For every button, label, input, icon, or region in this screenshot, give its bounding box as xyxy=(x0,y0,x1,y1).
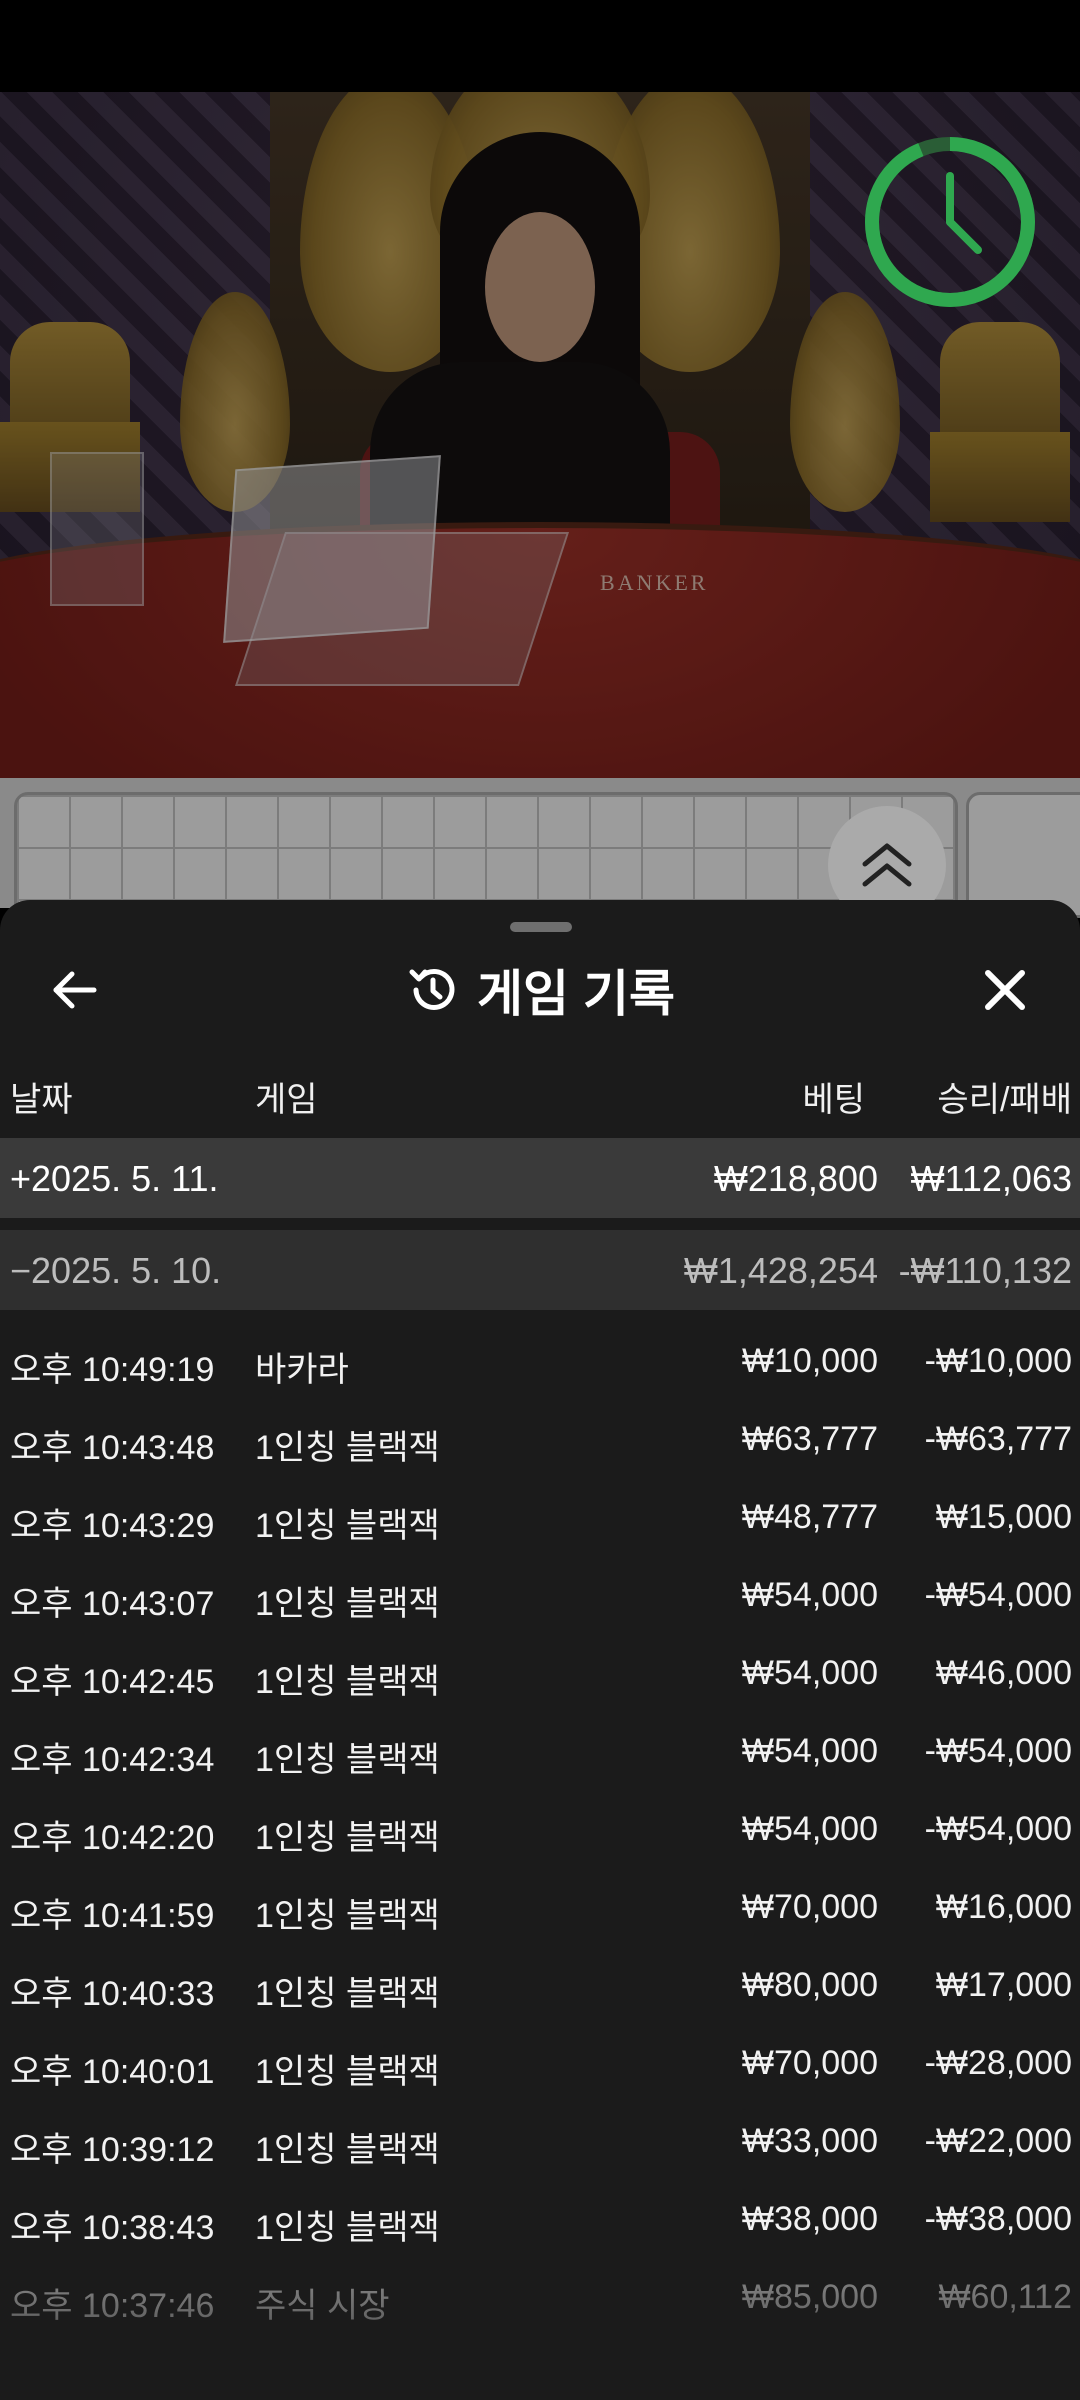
column-result: 승리/패배 xyxy=(937,1081,1072,1119)
row-time: 오후 10:40:01 xyxy=(10,2053,215,2091)
row-time: 오후 10:40:33 xyxy=(10,1975,215,2013)
row-game: 1인칭 블랙잭 xyxy=(255,1585,440,1623)
row-time: 오후 10:43:29 xyxy=(10,1507,215,1545)
timer-clock-icon xyxy=(865,137,1035,307)
row-game: 1인칭 블랙잭 xyxy=(255,1975,440,2013)
table-row[interactable]: 오후 10:40:01 1인칭 블랙잭 ₩70,000 -₩28,000 xyxy=(0,2024,1080,2102)
page-title: 게임 기록 xyxy=(477,966,675,1022)
day-bet-total: ₩1,428,254 xyxy=(683,1250,878,1291)
row-bet: ₩54,000 xyxy=(741,1576,878,1614)
column-game: 게임 xyxy=(255,1081,318,1119)
row-result: ₩17,000 xyxy=(935,1966,1072,2004)
row-game: 바카라 xyxy=(255,1351,349,1389)
table-row[interactable]: 오후 10:40:33 1인칭 블랙잭 ₩80,000 ₩17,000 xyxy=(0,1946,1080,2024)
row-result: -₩54,000 xyxy=(924,1576,1072,1614)
table-row[interactable]: 오후 10:42:34 1인칭 블랙잭 ₩54,000 -₩54,000 xyxy=(0,1712,1080,1790)
row-time: 오후 10:42:34 xyxy=(10,1741,215,1779)
status-bar xyxy=(0,0,1080,92)
close-button[interactable] xyxy=(970,955,1040,1025)
table-row[interactable]: 오후 10:42:45 1인칭 블랙잭 ₩54,000 ₩46,000 xyxy=(0,1634,1080,1712)
row-game: 1인칭 블랙잭 xyxy=(255,2053,440,2091)
double-chevron-up-icon xyxy=(862,843,912,887)
day-label: −2025. 5. 10. xyxy=(10,1250,222,1291)
row-time: 오후 10:42:45 xyxy=(10,1663,215,1701)
table-row[interactable]: 오후 10:49:19 바카라 ₩10,000 -₩10,000 xyxy=(0,1322,1080,1400)
row-game: 1인칭 블랙잭 xyxy=(255,1819,440,1857)
table-row[interactable]: 오후 10:43:29 1인칭 블랙잭 ₩48,777 ₩15,000 xyxy=(0,1478,1080,1556)
row-result: ₩15,000 xyxy=(935,1498,1072,1536)
row-bet: ₩70,000 xyxy=(741,2044,878,2082)
row-time: 오후 10:38:43 xyxy=(10,2209,215,2247)
game-history-sheet: 게임 기록 날짜 게임 베팅 승리/패배 +2025. 5. 11. ₩218,… xyxy=(0,900,1080,2400)
row-bet: ₩70,000 xyxy=(741,1888,878,1926)
row-result: -₩54,000 xyxy=(924,1810,1072,1848)
row-result: ₩60,112 xyxy=(938,2278,1072,2316)
row-game: 1인칭 블랙잭 xyxy=(255,1507,440,1545)
sheet-title: 게임 기록 xyxy=(0,950,1080,1030)
row-game: 1인칭 블랙잭 xyxy=(255,2131,440,2169)
row-game: 1인칭 블랙잭 xyxy=(255,2209,440,2247)
row-result: -₩28,000 xyxy=(924,2044,1072,2082)
row-bet: ₩54,000 xyxy=(741,1732,878,1770)
back-button[interactable] xyxy=(40,955,110,1025)
row-time: 오후 10:42:20 xyxy=(10,1819,215,1857)
sheet-drag-handle[interactable] xyxy=(510,922,572,932)
row-bet: ₩38,000 xyxy=(741,2200,878,2238)
history-clock-icon xyxy=(409,968,455,1010)
row-bet: ₩48,777 xyxy=(741,1498,878,1536)
row-time: 오후 10:37:46 xyxy=(10,2287,215,2325)
row-game: 1인칭 블랙잭 xyxy=(255,1663,440,1701)
row-bet: ₩85,000 xyxy=(741,2278,878,2316)
history-list: 오후 10:49:19 바카라 ₩10,000 -₩10,000 오후 10:4… xyxy=(0,1322,1080,2336)
row-result: ₩16,000 xyxy=(935,1888,1072,1926)
row-time: 오후 10:43:48 xyxy=(10,1429,215,1467)
column-date: 날짜 xyxy=(10,1081,73,1119)
row-result: -₩54,000 xyxy=(924,1732,1072,1770)
day-summary-row[interactable]: −2025. 5. 10. ₩1,428,254 -₩110,132 xyxy=(0,1230,1080,1310)
row-bet: ₩33,000 xyxy=(741,2122,878,2160)
table-row[interactable]: 오후 10:41:59 1인칭 블랙잭 ₩70,000 ₩16,000 xyxy=(0,1868,1080,1946)
row-game: 1인칭 블랙잭 xyxy=(255,1741,440,1779)
day-result-total: ₩112,063 xyxy=(910,1158,1072,1199)
row-bet: ₩54,000 xyxy=(741,1654,878,1692)
arrow-left-icon xyxy=(53,971,97,1009)
day-summary-row[interactable]: +2025. 5. 11. ₩218,800 ₩112,063 xyxy=(0,1138,1080,1218)
table-row[interactable]: 오후 10:39:12 1인칭 블랙잭 ₩33,000 -₩22,000 xyxy=(0,2102,1080,2180)
row-game: 1인칭 블랙잭 xyxy=(255,1429,440,1467)
row-result: -₩22,000 xyxy=(924,2122,1072,2160)
row-result: -₩10,000 xyxy=(924,1342,1072,1380)
row-result: -₩63,777 xyxy=(924,1420,1072,1458)
row-bet: ₩54,000 xyxy=(741,1810,878,1848)
table-row[interactable]: 오후 10:43:07 1인칭 블랙잭 ₩54,000 -₩54,000 xyxy=(0,1556,1080,1634)
table-row[interactable]: 오후 10:37:46 주식 시장 ₩85,000 ₩60,112 xyxy=(0,2258,1080,2336)
day-bet-total: ₩218,800 xyxy=(713,1158,878,1199)
row-time: 오후 10:43:07 xyxy=(10,1585,215,1623)
close-icon xyxy=(985,970,1025,1010)
table-row[interactable]: 오후 10:38:43 1인칭 블랙잭 ₩38,000 -₩38,000 xyxy=(0,2180,1080,2258)
row-time: 오후 10:49:19 xyxy=(10,1351,215,1389)
row-bet: ₩10,000 xyxy=(741,1342,878,1380)
row-bet: ₩63,777 xyxy=(741,1420,878,1458)
row-result: -₩38,000 xyxy=(924,2200,1072,2238)
row-game: 주식 시장 xyxy=(255,2287,390,2325)
table-row[interactable]: 오후 10:42:20 1인칭 블랙잭 ₩54,000 -₩54,000 xyxy=(0,1790,1080,1868)
table-header: 날짜 게임 베팅 승리/패배 xyxy=(0,1060,1080,1120)
row-bet: ₩80,000 xyxy=(741,1966,878,2004)
day-result-total: -₩110,132 xyxy=(898,1250,1072,1291)
column-bet: 베팅 xyxy=(802,1081,865,1119)
row-time: 오후 10:39:12 xyxy=(10,2131,215,2169)
row-result: ₩46,000 xyxy=(935,1654,1072,1692)
live-video: BANKER xyxy=(0,92,1080,778)
row-time: 오후 10:41:59 xyxy=(10,1897,215,1935)
table-row[interactable]: 오후 10:43:48 1인칭 블랙잭 ₩63,777 -₩63,777 xyxy=(0,1400,1080,1478)
day-label: +2025. 5. 11. xyxy=(10,1158,219,1199)
row-game: 1인칭 블랙잭 xyxy=(255,1897,440,1935)
